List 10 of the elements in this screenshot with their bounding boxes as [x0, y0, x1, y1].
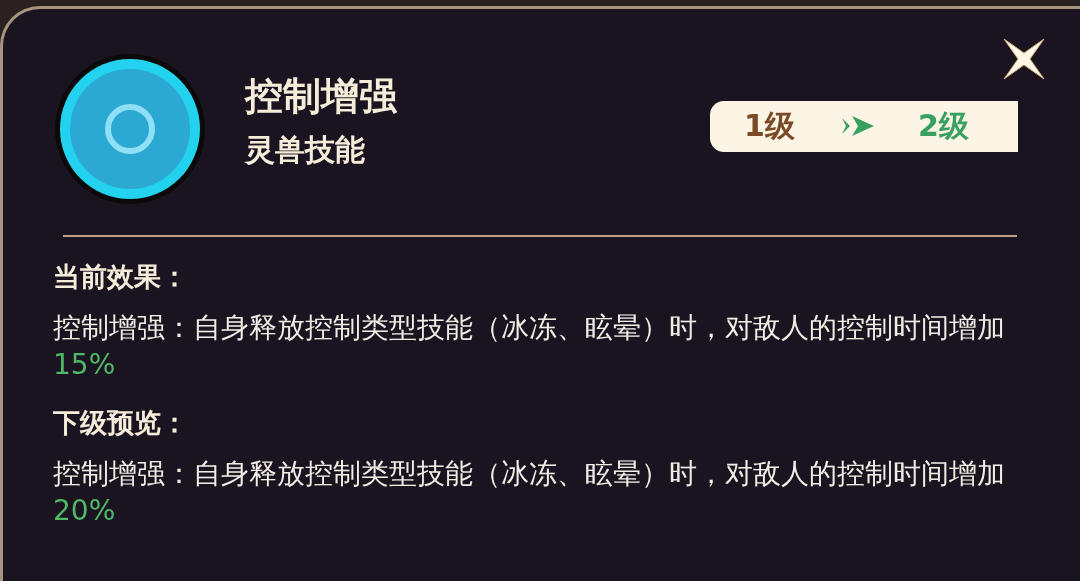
effect-description: 控制增强：自身释放控制类型技能（冰冻、眩晕）时，对敌人的控制时间增加 15%	[53, 310, 1006, 383]
next-level: 2级	[918, 106, 969, 145]
section-heading: 下级预览：	[53, 406, 189, 440]
skill-name: 控制增强	[245, 73, 397, 120]
double-arrow-icon	[840, 114, 876, 138]
effect-description: 控制增强：自身释放控制类型技能（冰冻、眩晕）时，对敌人的控制时间增加 20%	[53, 456, 1006, 529]
skill-type: 灵兽技能	[245, 131, 366, 169]
skill-icon	[53, 52, 207, 206]
current-level: 1级	[744, 106, 796, 145]
section-heading: 当前效果：	[53, 260, 189, 294]
